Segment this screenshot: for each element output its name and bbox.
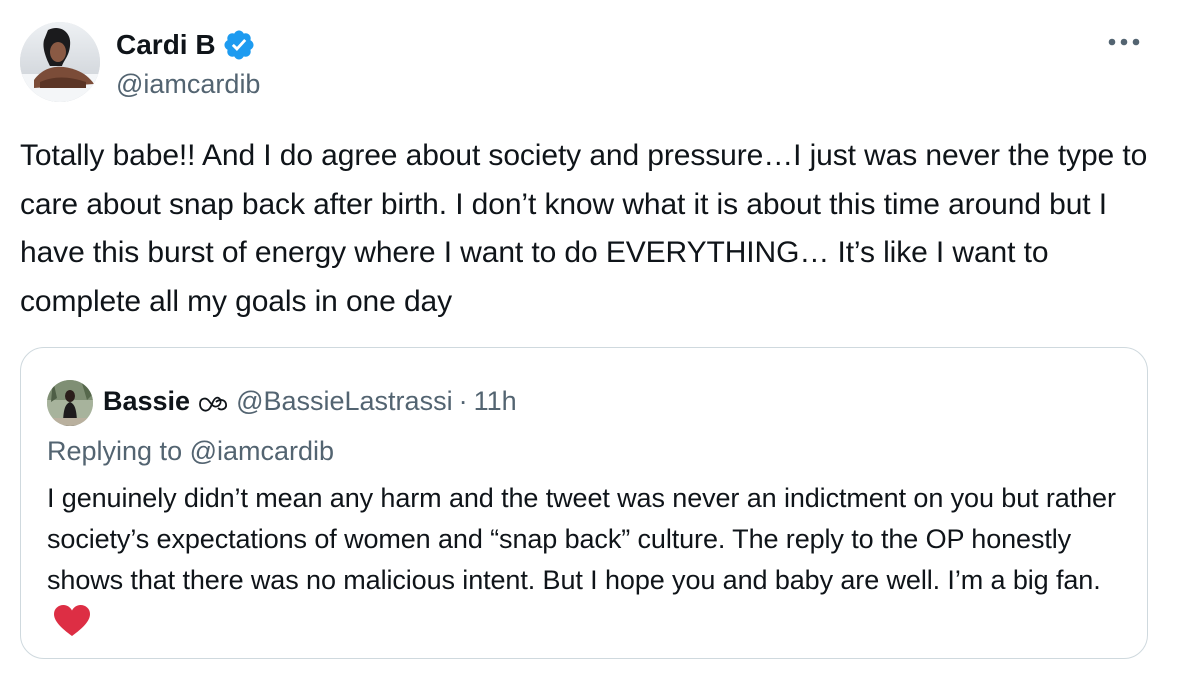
red-heart-emoji-icon — [53, 604, 91, 638]
quoted-author-name[interactable]: Bassie — [103, 384, 190, 418]
avatar-image — [20, 22, 100, 102]
author-handle[interactable]: @iamcardib — [116, 68, 260, 100]
replying-to-handle[interactable]: @iamcardib — [190, 436, 334, 466]
author-name[interactable]: Cardi B — [116, 29, 216, 61]
quoted-tweet-body: I genuinely didn’t mean any harm and the… — [47, 483, 1116, 595]
tweet: Cardi B @iamcardib Totally babe!! And I … — [0, 0, 1184, 692]
avatar-image — [47, 380, 93, 426]
tweet-text: Totally babe!! And I do agree about soci… — [20, 139, 1156, 318]
replying-to-line: Replying to @iamcardib — [47, 434, 334, 468]
quoted-author-avatar[interactable] — [47, 380, 93, 426]
quoted-tweet-header: Bassie @BassieLastrassi · 11h — [103, 384, 517, 418]
more-options-button[interactable] — [1104, 24, 1144, 60]
author-avatar[interactable] — [20, 22, 100, 102]
author-name-row: Cardi B — [116, 28, 256, 62]
quoted-tweet-card[interactable]: Bassie @BassieLastrassi · 11h Replying t… — [20, 347, 1148, 659]
ellipsis-icon — [1108, 38, 1140, 46]
replying-to-prefix: Replying to — [47, 436, 190, 466]
quoted-tweet-time[interactable]: 11h — [474, 384, 517, 418]
separator-dot: · — [458, 386, 468, 416]
verified-badge-icon — [222, 28, 256, 62]
quoted-tweet-text: I genuinely didn’t mean any harm and the… — [47, 478, 1127, 642]
quoted-author-handle[interactable]: @BassieLastrassi — [236, 384, 453, 418]
infinity-loop-icon — [196, 388, 230, 414]
